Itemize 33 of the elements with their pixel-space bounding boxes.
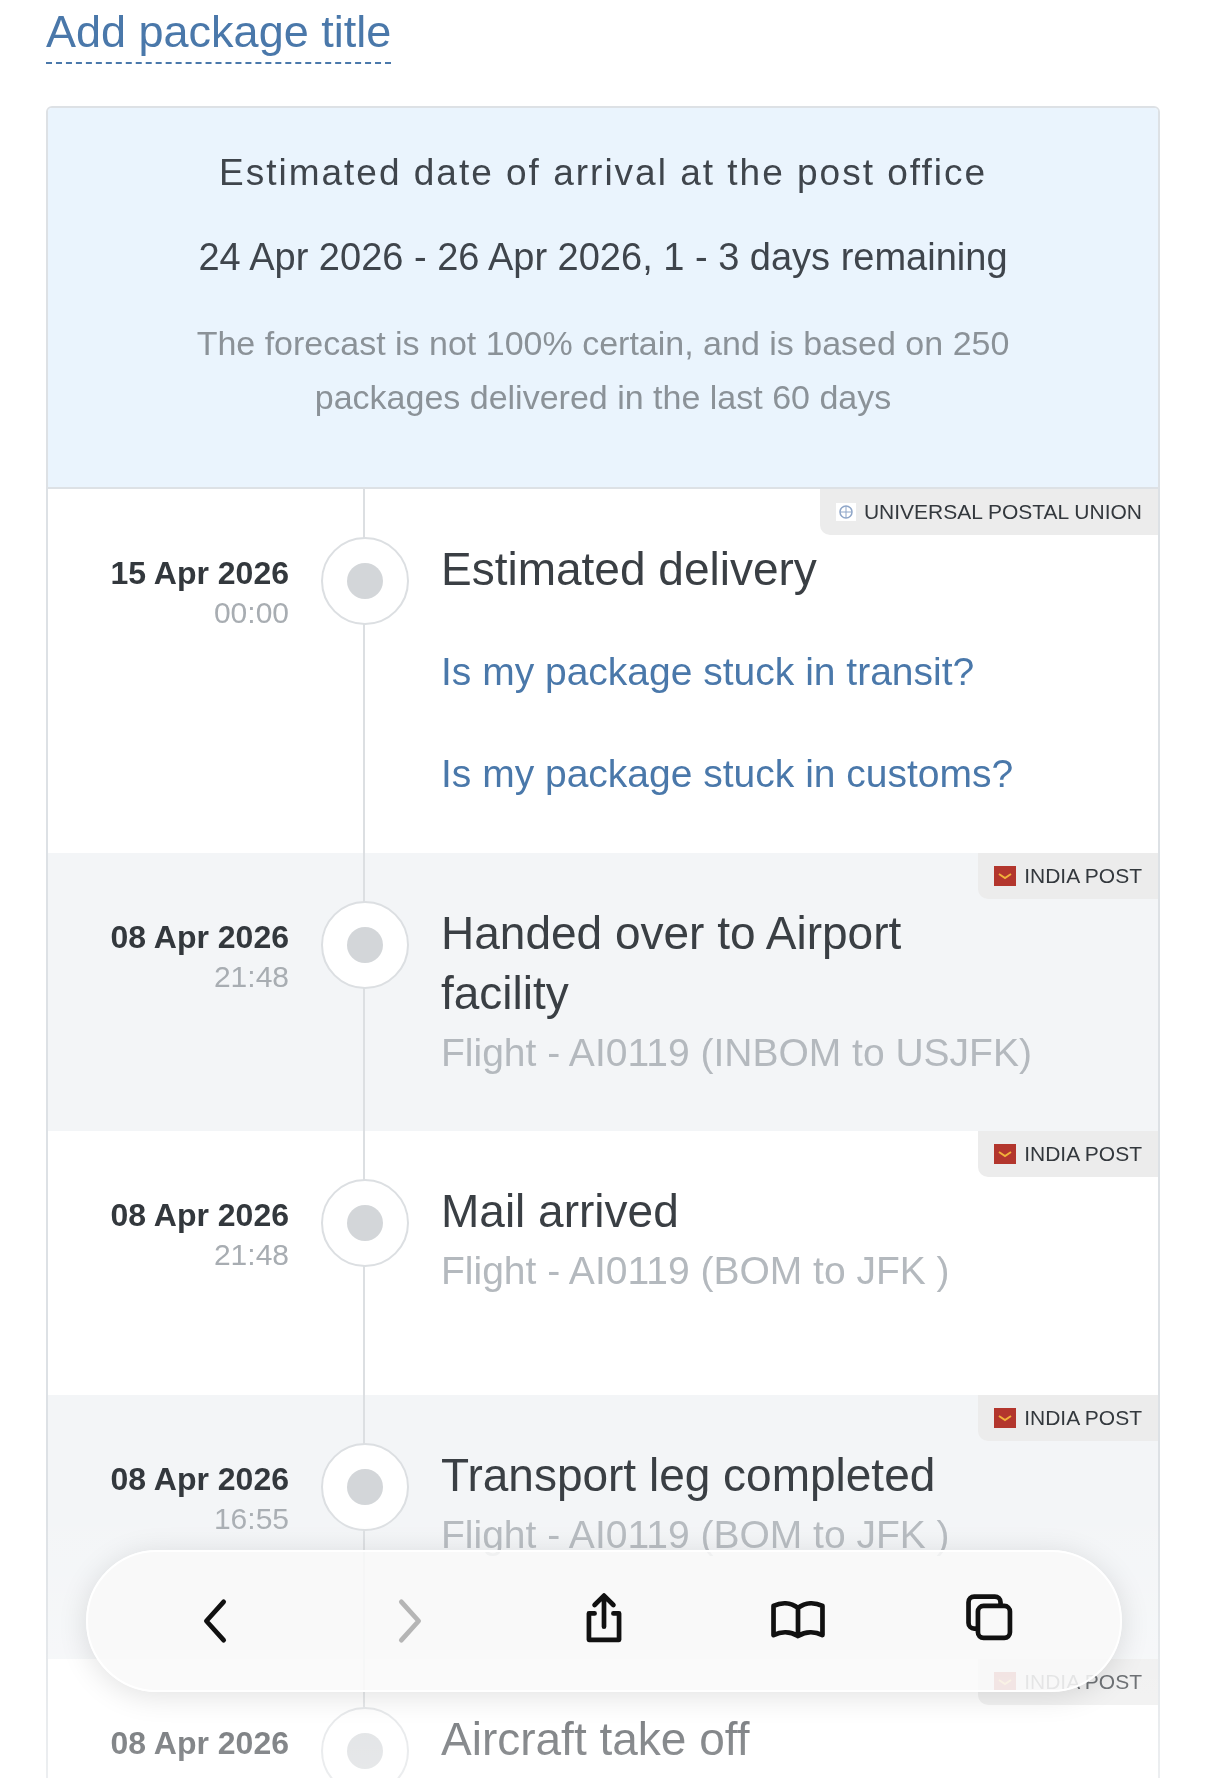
event-title: Handed over to Airport facility: [441, 906, 903, 1021]
carrier-name: INDIA POST: [1024, 1141, 1142, 1168]
event-date: 08 Apr 2026: [109, 1196, 289, 1235]
carrier-name: INDIA POST: [1024, 1405, 1142, 1432]
event-detail: Flight - AI0119 (BOM to JFK ): [441, 1512, 951, 1558]
event-title: Estimated delivery: [441, 542, 818, 597]
event-title: Mail arrived: [441, 1184, 680, 1239]
event-date: 15 Apr 2026: [109, 554, 289, 593]
event-date: 08 Apr 2026: [109, 1724, 289, 1763]
event-time: 16:55: [212, 1501, 289, 1537]
event-detail: Flight - AI0119 (BOM to JFK ): [441, 1248, 951, 1294]
package-title-field[interactable]: Add package title: [46, 4, 392, 64]
chevron-left-icon: [202, 1598, 229, 1644]
envelope-logo-icon: [994, 866, 1017, 886]
globe-emblem-icon: [835, 503, 856, 521]
envelope-logo-icon: [994, 1408, 1017, 1428]
chevron-right-icon: [396, 1598, 423, 1644]
estimate-heading: Estimated date of arrival at the post office: [217, 151, 989, 195]
event-title: Transport leg completed: [441, 1448, 937, 1503]
event-time: 21:48: [212, 1237, 289, 1273]
event-detail: Flight - AI0119 (INBOM to USJFK): [441, 1030, 1033, 1076]
help-link[interactable]: Is my package stuck in transit?: [441, 643, 975, 701]
event-time: 21:48: [212, 959, 289, 995]
event-time: 00:00: [212, 595, 289, 631]
event-date: 08 Apr 2026: [109, 1460, 289, 1499]
forecast-note: The forecast is not 100% certain, and is based on 250 packages delivered in the last 60 days: [195, 323, 1011, 418]
event-title: Aircraft take off: [441, 1712, 751, 1767]
help-link[interactable]: Is my package stuck in customs?: [441, 745, 1014, 803]
estimate-range: 24 Apr 2026 - 26 Apr 2026, 1 - 3 days remaining: [197, 235, 1009, 280]
envelope-logo-icon: [994, 1144, 1017, 1164]
carrier-name: INDIA POST: [1024, 863, 1142, 890]
event-date: 08 Apr 2026: [109, 918, 289, 957]
carrier-name: UNIVERSAL POSTAL UNION: [863, 499, 1142, 526]
